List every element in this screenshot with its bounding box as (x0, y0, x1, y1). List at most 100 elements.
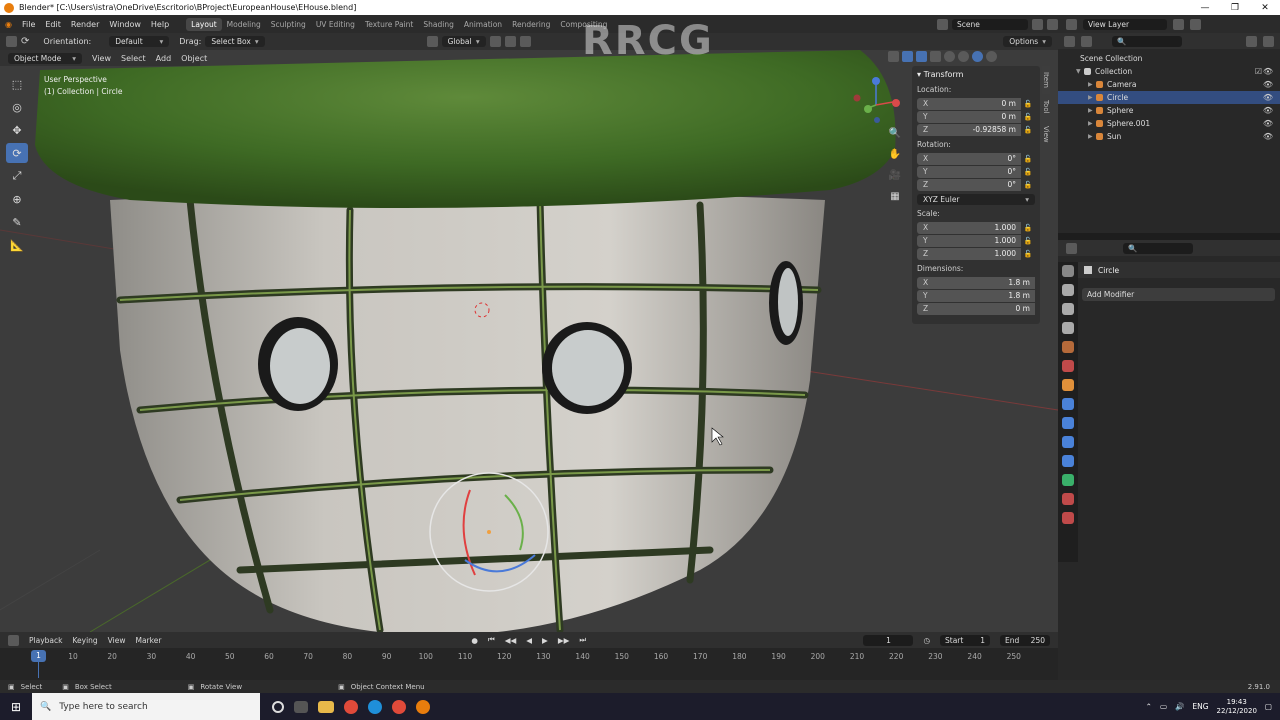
scale-tool-icon[interactable]: ⤢ (6, 166, 28, 186)
windows-start-icon[interactable]: ⊞ (0, 693, 32, 720)
scene-icon[interactable] (937, 18, 948, 30)
eye-icon[interactable]: 👁 (1263, 93, 1273, 102)
lock-icon[interactable]: 🔓 (1021, 168, 1035, 176)
timeline-menu-marker[interactable]: Marker (135, 636, 161, 645)
material-shading-icon[interactable] (972, 51, 983, 62)
view-layer-tab-icon[interactable] (1062, 322, 1074, 334)
current-frame-marker[interactable]: 1 (31, 650, 46, 662)
physics-tab-icon[interactable] (1062, 436, 1074, 448)
cortana-icon[interactable] (272, 700, 284, 713)
location-x-row[interactable]: X0 m 🔓 (917, 97, 1035, 110)
scale-y-field[interactable]: 1.000 (931, 234, 1021, 247)
play-reverse-icon[interactable]: ◀ (526, 636, 532, 645)
outliner-item-circle[interactable]: ▶ Circle 👁 (1058, 91, 1280, 104)
eye-icon[interactable]: 👁 (1263, 67, 1273, 76)
outliner-editor-icon[interactable] (1064, 35, 1075, 47)
data-tab-icon[interactable] (1062, 474, 1074, 486)
wireframe-shading-icon[interactable] (944, 51, 955, 62)
scale-y-row[interactable]: Y 1.000 🔓 (917, 234, 1035, 247)
transform-panel-header[interactable]: ▾ Transform (917, 70, 1035, 79)
jump-end-icon[interactable]: ⏭ (579, 635, 586, 645)
ortho-grid-icon[interactable]: ▦ (887, 191, 903, 207)
rotation-y-field[interactable]: 0° (931, 165, 1021, 178)
maximize-button[interactable]: ❐ (1220, 3, 1250, 13)
end-frame-field[interactable]: End 250 (1000, 634, 1050, 646)
tab-texture-paint[interactable]: Texture Paint (360, 18, 418, 31)
transform-orientation-dropdown[interactable]: Global (441, 36, 486, 47)
mode-dropdown[interactable]: Object Mode (8, 52, 82, 64)
viewport-menu-view[interactable]: View (92, 54, 111, 63)
transform-orientation-icon[interactable] (426, 36, 438, 47)
tab-animation[interactable]: Animation (459, 18, 507, 31)
record-icon[interactable]: ● (471, 636, 478, 645)
eye-icon[interactable]: 👁 (1263, 80, 1273, 89)
timeline-menu-playback[interactable]: Playback (29, 636, 62, 645)
new-collection-icon[interactable] (1263, 35, 1274, 47)
rotate-tool-icon[interactable]: ⟳ (6, 143, 28, 163)
proportional-editing-icon[interactable] (519, 36, 531, 47)
viewport-menu-add[interactable]: Add (156, 54, 172, 63)
material-tab-icon[interactable] (1062, 493, 1074, 505)
jump-start-icon[interactable]: ⏮ (488, 635, 495, 645)
select-box-tool-icon[interactable]: ⬚ (6, 74, 28, 94)
tool-tab-icon[interactable] (1062, 265, 1074, 277)
delete-view-layer-icon[interactable] (1190, 18, 1201, 30)
gizmo-toggle-icon[interactable] (902, 51, 913, 62)
notification-icon[interactable]: ▢ (1265, 702, 1272, 711)
location-y-field[interactable]: 0 m (931, 110, 1021, 123)
view-layer-field[interactable]: View Layer (1083, 18, 1167, 30)
clock[interactable]: 19:43 22/12/2020 (1217, 698, 1257, 716)
active-tool-icon[interactable]: ⟳ (21, 36, 29, 47)
outliner-scene-collection[interactable]: Scene Collection (1058, 52, 1280, 65)
cursor-tool-icon[interactable]: ◎ (6, 97, 28, 117)
outliner-item-camera[interactable]: ▶ Camera 👁 (1058, 78, 1280, 91)
scale-x-row[interactable]: X 1.000 🔓 (917, 221, 1035, 234)
orientation-dropdown[interactable]: Default (109, 36, 170, 47)
play-icon[interactable]: ▶ (542, 636, 548, 645)
minimize-button[interactable]: — (1190, 3, 1220, 13)
network-icon[interactable]: ▭ (1160, 702, 1167, 711)
menu-window[interactable]: Window (104, 20, 146, 29)
timeline-menu-view[interactable]: View (108, 636, 126, 645)
playhead[interactable] (38, 662, 39, 678)
dimensions-x-field[interactable]: 1.8 m (931, 276, 1035, 289)
viewport-menu-object[interactable]: Object (181, 54, 207, 63)
blender-taskbar-icon[interactable] (416, 699, 430, 714)
outliner-collection[interactable]: ▼ Collection ☑ 👁 (1058, 65, 1280, 78)
sidebar-tab-item[interactable]: Item (1042, 66, 1050, 94)
tray-chevron-icon[interactable]: ⌃ (1146, 702, 1152, 711)
outliner-search-input[interactable]: 🔍 (1112, 35, 1182, 47)
eye-icon[interactable]: 👁 (1263, 119, 1273, 128)
edge-icon[interactable] (368, 699, 382, 714)
pan-hand-icon[interactable]: ✋ (887, 149, 903, 165)
xray-icon[interactable] (930, 51, 941, 62)
checkbox-icon[interactable]: ☑ (1255, 67, 1262, 76)
dimensions-z-row[interactable]: Z0 m (917, 302, 1035, 315)
modifier-tab-icon[interactable] (1062, 398, 1074, 410)
chrome-icon[interactable] (344, 699, 358, 714)
location-y-row[interactable]: Y0 m 🔓 (917, 110, 1035, 123)
menu-edit[interactable]: Edit (40, 20, 66, 29)
new-scene-icon[interactable] (1032, 18, 1043, 30)
tab-uv-editing[interactable]: UV Editing (311, 18, 360, 31)
rotation-y-row[interactable]: Y 0° 🔓 (917, 165, 1035, 178)
menu-help[interactable]: Help (146, 20, 174, 29)
language-indicator[interactable]: ENG (1192, 702, 1208, 711)
dimensions-z-field[interactable]: 0 m (931, 302, 1035, 315)
taskbar-search-input[interactable]: 🔍 Type here to search (32, 693, 260, 720)
annotate-tool-icon[interactable]: ✎ (6, 212, 28, 232)
visibility-icon[interactable] (888, 51, 899, 62)
view-layer-icon[interactable] (1066, 18, 1077, 30)
viewport-menu-select[interactable]: Select (121, 54, 146, 63)
tab-modeling[interactable]: Modeling (222, 18, 266, 31)
display-mode-icon[interactable] (1081, 35, 1092, 47)
outliner-item-sphere-001[interactable]: ▶ Sphere.001 👁 (1058, 117, 1280, 130)
next-keyframe-icon[interactable]: ▶▶ (558, 636, 570, 645)
rotation-z-field[interactable]: 0° (931, 178, 1021, 191)
particles-tab-icon[interactable] (1062, 417, 1074, 429)
dimensions-y-field[interactable]: 1.8 m (931, 289, 1035, 302)
lock-icon[interactable]: 🔓 (1021, 237, 1035, 245)
camera-view-icon[interactable]: 🎥 (887, 170, 903, 186)
solid-shading-icon[interactable] (958, 51, 969, 62)
editor-type-icon[interactable] (6, 36, 17, 47)
